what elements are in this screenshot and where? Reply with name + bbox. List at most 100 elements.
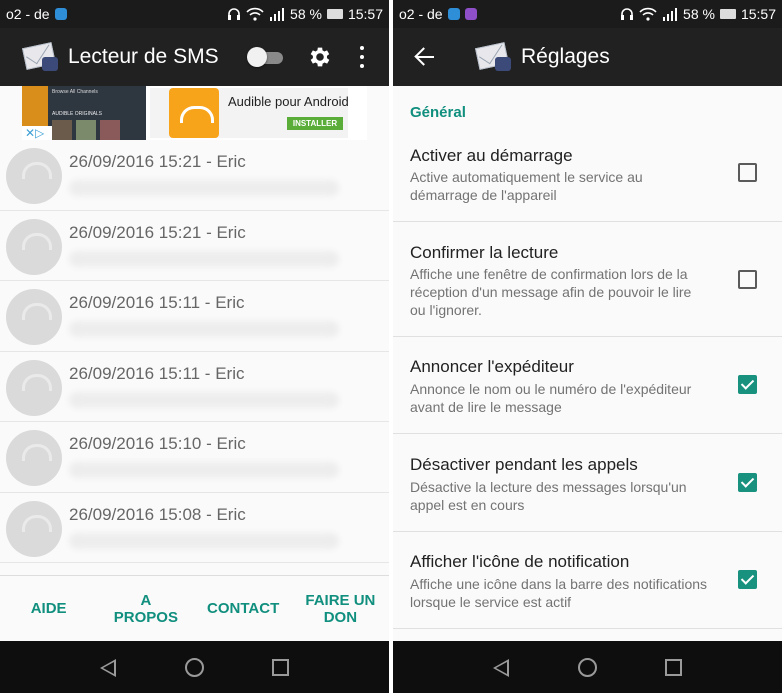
ad-thumb-text: AUDIBLE ORIGINALS: [52, 111, 103, 117]
checkbox-show-notification-icon[interactable]: [738, 570, 757, 589]
pref-title: Activer au démarrage: [410, 146, 573, 165]
page-title: Réglages: [521, 45, 610, 68]
section-header-general: Général: [410, 104, 466, 121]
list-item[interactable]: 26/09/2016 15:10 - Eric: [0, 422, 389, 493]
nav-back-icon[interactable]: [100, 659, 116, 677]
message-preview-blurred: [69, 180, 339, 196]
app-bar: Réglages: [393, 28, 782, 86]
battery-icon: [719, 9, 736, 19]
ad-text: Audible pour Android: [228, 94, 349, 109]
app-logo-icon: [475, 37, 515, 77]
pref-summary: Active automatiquement le service au dém…: [410, 169, 643, 203]
message-meta: 26/09/2016 15:21 - Eric: [69, 222, 246, 242]
message-meta: 26/09/2016 15:11 - Eric: [69, 293, 245, 312]
wifi-icon: [639, 7, 657, 21]
sms-reader-main-screen: o2 - de 58 % 15:57 Lecteur de SMS Browse…: [0, 0, 389, 693]
list-item[interactable]: 26/09/2016 15:21 - Eric: [0, 211, 389, 281]
back-arrow-icon[interactable]: [413, 47, 435, 67]
checkbox-start-on-boot[interactable]: [738, 163, 757, 182]
pref-start-on-boot[interactable]: Activer au démarrage Active automatiquem…: [393, 132, 782, 222]
ad-banner[interactable]: Browse All Channels AUDIBLE ORIGINALS Au…: [22, 86, 367, 140]
battery-label: 58 %: [290, 6, 322, 22]
notification-icon: [54, 8, 67, 20]
system-nav-bar: [0, 641, 389, 693]
message-list: 26/09/2016 15:21 - Eric 26/09/2016 15:21…: [0, 140, 389, 563]
wifi-icon: [246, 7, 264, 21]
overflow-menu-icon[interactable]: [358, 46, 366, 68]
message-preview-blurred: [69, 250, 339, 267]
pref-title: Désactiver pendant les appels: [410, 455, 638, 474]
app-bar: Lecteur de SMS: [0, 28, 389, 86]
message-meta: 26/09/2016 15:11 - Eric: [69, 363, 245, 383]
clock: 15:57: [740, 6, 776, 22]
pref-summary: Annonce le nom ou le numéro de l'expédit…: [410, 381, 692, 415]
message-preview-blurred: [69, 321, 339, 337]
pref-summary: Affiche une fenêtre de confirmation lors…: [410, 266, 692, 318]
donate-button[interactable]: FAIRE UN DON: [292, 592, 389, 626]
ad-thumb-text: Browse All Channels: [52, 89, 98, 95]
avatar: [6, 359, 62, 416]
pref-show-notification-icon[interactable]: Afficher l'icône de notification Affiche…: [393, 532, 782, 629]
message-preview-blurred: [69, 391, 339, 408]
notification-icon: [447, 8, 460, 20]
nav-recents-icon[interactable]: [665, 659, 682, 676]
checkbox-disable-during-calls[interactable]: [738, 473, 757, 492]
ad-install-button[interactable]: INSTALLER: [287, 117, 343, 130]
notification-icon: [464, 8, 477, 20]
status-bar: o2 - de 58 % 15:57: [0, 0, 389, 28]
checkbox-announce-sender[interactable]: [738, 375, 757, 394]
message-preview-blurred: [69, 532, 339, 549]
adchoices-icon[interactable]: ✕▷: [22, 126, 52, 140]
pref-summary: Désactive la lecture des messages lorsqu…: [410, 479, 687, 513]
nav-home-icon[interactable]: [185, 658, 204, 677]
signal-icon: [663, 8, 678, 21]
avatar: [6, 148, 62, 204]
avatar: [6, 289, 62, 345]
service-toggle[interactable]: [247, 47, 283, 67]
carrier-label: o2 - de: [6, 6, 50, 22]
checkbox-confirm-reading[interactable]: [738, 270, 757, 289]
message-meta: 26/09/2016 15:10 - Eric: [69, 434, 246, 453]
nav-back-icon[interactable]: [493, 659, 509, 677]
settings-screen: o2 - de 58 % 15:57 Réglages Général Acti…: [393, 0, 782, 693]
about-button[interactable]: A PROPOS: [97, 592, 194, 626]
help-button[interactable]: AIDE: [0, 600, 97, 617]
message-meta: 26/09/2016 15:08 - Eric: [69, 504, 246, 524]
headphones-icon: [621, 8, 634, 20]
pref-confirm-reading[interactable]: Confirmer la lecture Affiche une fenêtre…: [393, 222, 782, 337]
help-label: AIDE: [30, 600, 67, 617]
battery-icon: [326, 9, 343, 19]
battery-label: 58 %: [683, 6, 715, 22]
avatar: [6, 218, 62, 275]
audible-icon: [169, 88, 219, 138]
bottom-action-bar: AIDE A PROPOS CONTACT FAIRE UN DON: [0, 575, 389, 641]
contact-label: CONTACT: [207, 600, 280, 617]
list-item[interactable]: 26/09/2016 15:11 - Eric: [0, 281, 389, 352]
carrier-label: o2 - de: [399, 6, 443, 22]
pref-title: Afficher l'icône de notification: [410, 552, 630, 571]
nav-recents-icon[interactable]: [272, 659, 289, 676]
clock: 15:57: [347, 6, 383, 22]
donate-label: FAIRE UN: [305, 591, 376, 609]
headphones-icon: [228, 8, 241, 20]
pref-announce-sender[interactable]: Annoncer l'expéditeur Annonce le nom ou …: [393, 337, 782, 434]
contact-button[interactable]: CONTACT: [195, 600, 292, 617]
nav-home-icon[interactable]: [578, 658, 597, 677]
message-meta: 26/09/2016 15:21 - Eric: [69, 152, 246, 171]
list-item[interactable]: 26/09/2016 15:21 - Eric: [0, 140, 389, 211]
avatar: [6, 500, 62, 557]
gear-icon[interactable]: [307, 44, 333, 70]
pref-disable-during-calls[interactable]: Désactiver pendant les appels Désactive …: [393, 434, 782, 532]
status-bar: o2 - de 58 % 15:57: [393, 0, 782, 28]
pref-title: Annoncer l'expéditeur: [410, 357, 574, 376]
message-preview-blurred: [69, 462, 339, 478]
avatar: [6, 430, 62, 486]
pref-summary: Affiche une icône dans la barre des noti…: [410, 576, 708, 610]
list-item[interactable]: 26/09/2016 15:08 - Eric: [0, 493, 389, 563]
donate-label: DON: [323, 608, 358, 626]
system-nav-bar: [393, 641, 782, 693]
list-item[interactable]: 26/09/2016 15:11 - Eric: [0, 352, 389, 422]
app-title: Lecteur de SMS: [68, 45, 219, 68]
pref-title: Confirmer la lecture: [410, 243, 559, 262]
signal-icon: [270, 8, 285, 21]
